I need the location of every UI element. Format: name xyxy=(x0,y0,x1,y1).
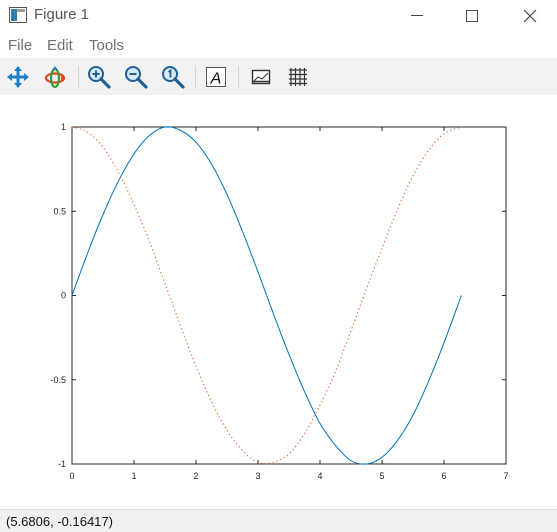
menu-tools[interactable]: Tools xyxy=(89,37,124,54)
text-button[interactable]: A xyxy=(203,64,229,90)
axes-toggle-icon xyxy=(251,69,271,85)
text-tool-glyph: A xyxy=(210,71,222,88)
x-tick-label: 1 xyxy=(131,471,136,481)
zoom-reset-button[interactable] xyxy=(160,64,186,90)
maximize-button[interactable] xyxy=(448,0,494,31)
x-tick-label: 6 xyxy=(441,471,446,481)
grid-toggle-icon xyxy=(289,68,307,86)
x-tick-label: 7 xyxy=(503,471,508,481)
figure-window-icon xyxy=(9,7,27,23)
maximize-icon xyxy=(466,10,478,22)
pan-button[interactable] xyxy=(5,64,31,90)
y-tick-label: -0.5 xyxy=(50,375,66,385)
pan-icon xyxy=(7,66,29,88)
x-tick-label: 3 xyxy=(255,471,260,481)
figure-canvas[interactable]: 0 1 2 3 4 5 6 7 1 0.5 0 -0.5 -1 xyxy=(0,95,557,508)
x-tick-label: 5 xyxy=(379,471,384,481)
grid-toggle-button[interactable] xyxy=(285,64,311,90)
line-chart[interactable]: 0 1 2 3 4 5 6 7 1 0.5 0 -0.5 -1 xyxy=(0,95,557,508)
toolbar: A xyxy=(0,58,557,95)
x-tick-label: 2 xyxy=(193,471,198,481)
title-bar: Figure 1 xyxy=(0,0,557,31)
menu-file[interactable]: File xyxy=(8,37,32,54)
zoom-in-button[interactable] xyxy=(86,64,112,90)
close-icon xyxy=(523,9,537,23)
zoom-out-icon xyxy=(125,66,148,89)
zoom-in-icon xyxy=(88,66,111,89)
cursor-coordinates: (5.6806, -0.16417) xyxy=(6,514,113,529)
rotate-button[interactable] xyxy=(42,64,68,90)
minimize-icon xyxy=(411,15,423,16)
close-button[interactable] xyxy=(506,0,552,31)
y-tick-label: 0.5 xyxy=(53,206,66,216)
rotate-icon xyxy=(44,66,66,89)
toolbar-separator xyxy=(195,66,196,88)
menu-bar: File Edit Tools xyxy=(0,35,557,57)
window-title: Figure 1 xyxy=(34,6,90,23)
menu-edit[interactable]: Edit xyxy=(47,37,73,54)
toolbar-separator xyxy=(78,66,79,88)
toolbar-separator xyxy=(238,66,239,88)
axes-box xyxy=(71,126,507,465)
x-tick-label: 0 xyxy=(69,471,74,481)
y-tick-label: 1 xyxy=(61,122,66,132)
y-tick-label: -1 xyxy=(58,459,66,469)
zoom-reset-icon xyxy=(162,66,185,89)
axes-toggle-button[interactable] xyxy=(248,64,274,90)
x-tick-label: 4 xyxy=(317,471,322,481)
minimize-button[interactable] xyxy=(393,0,439,31)
status-bar: (5.6806, -0.16417) xyxy=(0,509,557,532)
text-icon: A xyxy=(206,67,226,88)
y-tick-label: 0 xyxy=(61,291,66,301)
zoom-out-button[interactable] xyxy=(123,64,149,90)
